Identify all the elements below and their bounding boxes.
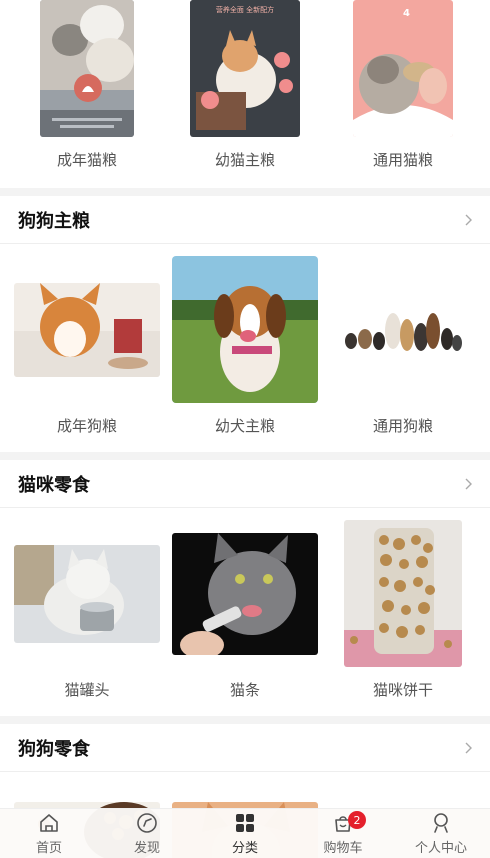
compass-icon (137, 813, 157, 833)
general-dog-food-image (343, 300, 463, 359)
kitten-food-image: 营养全面 全新配方 (190, 0, 300, 137)
section-divider (0, 716, 490, 724)
category-label: 猫条 (229, 681, 260, 699)
adult-cat-food-image (40, 0, 134, 137)
section-divider (0, 188, 490, 196)
category-item-puppy-food[interactable]: 幼犬主粮 (166, 256, 324, 436)
category-label: 幼犬主粮 (214, 417, 275, 435)
chevron-right-icon (465, 742, 472, 753)
category-item-canned-cat-food[interactable]: 猫罐头 (8, 520, 166, 700)
category-label: 猫咪饼干 (372, 681, 433, 699)
section-divider (0, 452, 490, 460)
category-label: 幼猫主粮 (214, 151, 275, 169)
section-header-dog-food[interactable]: 狗狗主粮 (0, 196, 490, 244)
tab-label: 发现 (133, 841, 160, 856)
category-label: 成年狗粮 (56, 417, 117, 435)
tab-home[interactable]: 首页 (0, 809, 98, 858)
puppy-food-image (172, 256, 318, 403)
category-item-kitten-food[interactable]: 营养全面 全新配方 幼猫主粮 (166, 0, 324, 170)
tab-cart[interactable]: 2 购物车 (294, 809, 392, 858)
category-item-general-cat-food[interactable]: 4 通用猫粮 (324, 0, 482, 170)
category-page: 成年猫粮 营养全面 全新配方 幼猫主粮 4 通用猫粮 狗狗主粮 成年狗粮 幼犬主… (0, 0, 490, 858)
dog-food-row: 成年狗粮 幼犬主粮 通用狗粮 (0, 244, 490, 436)
grid-icon (236, 814, 254, 832)
category-item-adult-cat-food[interactable]: 成年猫粮 (8, 0, 166, 170)
tab-discover[interactable]: 发现 (98, 809, 196, 858)
section-title: 狗狗主粮 (18, 210, 90, 232)
tab-label: 首页 (35, 841, 62, 856)
cart-count-badge: 2 (348, 811, 366, 829)
user-icon (434, 813, 448, 833)
category-item-general-dog-food[interactable]: 通用狗粮 (324, 256, 482, 436)
section-title: 猫咪零食 (18, 474, 90, 496)
canned-cat-food-image (14, 544, 160, 643)
category-item-cat-biscuits[interactable]: 猫咪饼干 (324, 520, 482, 700)
tab-profile[interactable]: 个人中心 (392, 809, 490, 858)
bottom-tab-bar: 首页 发现 分类 2 购物车 个人中心 (0, 808, 490, 858)
tab-label: 购物车 (323, 841, 363, 856)
tab-label: 个人中心 (414, 841, 467, 856)
category-item-cat-strips[interactable]: 猫条 (166, 520, 324, 700)
svg-text:营养全面 全新配方: 营养全面 全新配方 (216, 5, 274, 14)
category-label: 通用猫粮 (372, 151, 433, 169)
tab-label: 分类 (231, 841, 258, 856)
category-label: 成年猫粮 (56, 151, 117, 169)
cat-snacks-row: 猫罐头 猫条 猫咪饼干 (0, 508, 490, 700)
category-label: 猫罐头 (64, 681, 110, 699)
category-item-adult-dog-food[interactable]: 成年狗粮 (8, 256, 166, 436)
section-header-cat-snacks[interactable]: 猫咪零食 (0, 460, 490, 508)
svg-text:4: 4 (403, 8, 410, 19)
adult-dog-food-image (14, 282, 160, 377)
cat-food-row: 成年猫粮 营养全面 全新配方 幼猫主粮 4 通用猫粮 (0, 0, 490, 170)
section-header-dog-snacks[interactable]: 狗狗零食 (0, 724, 490, 772)
chevron-right-icon (465, 214, 472, 225)
home-icon (40, 814, 58, 832)
tab-category[interactable]: 分类 (196, 809, 294, 858)
general-cat-food-image: 4 (353, 0, 453, 137)
section-title: 狗狗零食 (18, 738, 90, 760)
cat-strips-image (172, 532, 318, 655)
cat-biscuits-image (344, 520, 462, 667)
chevron-right-icon (465, 478, 472, 489)
category-label: 通用狗粮 (372, 417, 433, 435)
